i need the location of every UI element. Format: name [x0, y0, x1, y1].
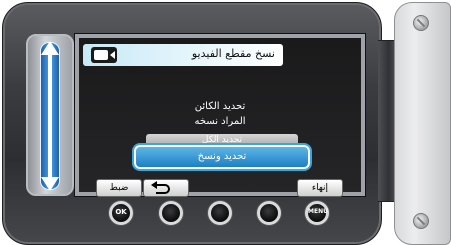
ok-label: OK [115, 208, 127, 216]
title-bar: نسخ مقطع الفيديو [83, 44, 283, 66]
set-button[interactable]: ضبط [96, 179, 142, 197]
hardware-button-2[interactable] [159, 201, 183, 225]
option-select-and-copy[interactable]: تحديد ونسخ [134, 145, 310, 169]
menu-button[interactable]: MENU [305, 201, 329, 225]
ok-button[interactable]: OK [109, 201, 133, 225]
message-line-2: المراد نسخه [194, 116, 246, 127]
message-line-1: تحديد الكائن [194, 101, 246, 112]
up-down-arrow-icon [40, 41, 60, 191]
arrow-down-icon [41, 177, 59, 191]
slider-control[interactable] [26, 34, 74, 196]
screw-icon [413, 213, 429, 229]
camera-side-panel [394, 2, 451, 245]
hardware-button-4[interactable] [257, 201, 281, 225]
video-camera-icon [91, 47, 117, 63]
screen-content: نسخ مقطع الفيديو تحديد الكائن المراد نسخ… [79, 38, 361, 197]
arrow-up-icon [41, 41, 59, 55]
quit-button[interactable]: إنهاء [297, 179, 343, 197]
menu-label: MENU [308, 208, 328, 215]
hardware-button-3[interactable] [208, 201, 232, 225]
page-title: نسخ مقطع الفيديو [191, 47, 275, 60]
lcd-screen: نسخ مقطع الفيديو تحديد الكائن المراد نسخ… [74, 33, 366, 197]
back-button[interactable] [143, 179, 189, 197]
screw-icon [413, 15, 429, 31]
